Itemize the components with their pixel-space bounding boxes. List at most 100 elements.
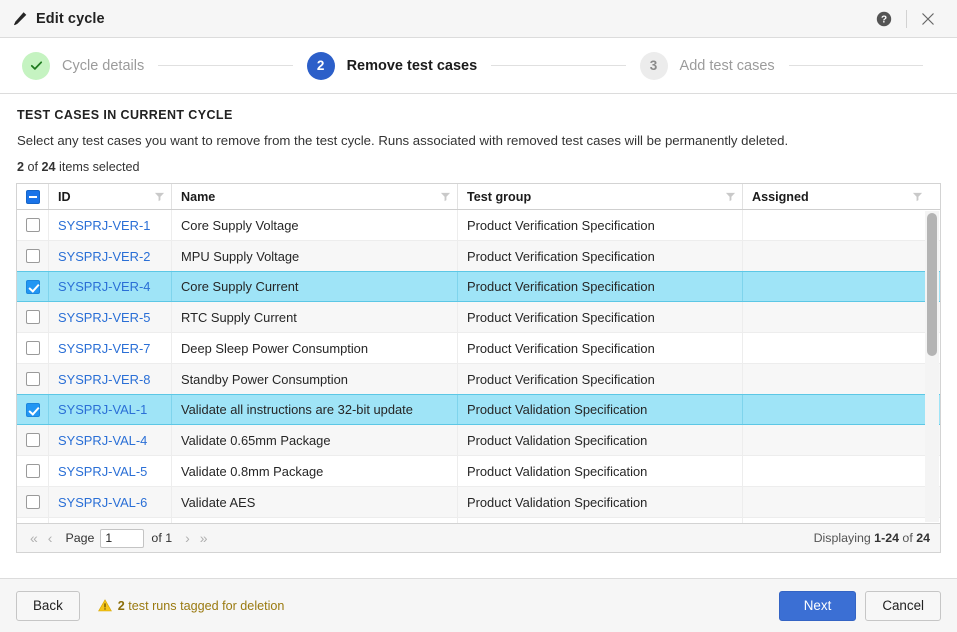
pager-prev-button[interactable]: ‹	[43, 531, 58, 545]
grid-header-select-all[interactable]	[17, 184, 49, 209]
filter-icon[interactable]	[440, 191, 451, 202]
test-case-link[interactable]: SYSPRJ-VAL-4	[58, 433, 147, 448]
dialog-title: Edit cycle	[36, 10, 105, 27]
titlebar-right: ?	[876, 9, 947, 28]
grid-pager: « ‹ Page of 1 › » Displaying 1-24 of 24	[17, 523, 940, 552]
close-icon[interactable]	[921, 12, 947, 26]
step-2-bubble: 2	[306, 51, 335, 80]
row-checkbox[interactable]	[25, 433, 40, 447]
table-row[interactable]: SYSPRJ-VAL-6 Validate AES Product Validati…	[17, 487, 940, 518]
cell-id: SYSPRJ-VAL-4	[49, 425, 172, 455]
row-checkbox[interactable]	[25, 495, 40, 509]
cell-test-group: Product Verification Specification	[458, 241, 743, 271]
pager-next-button[interactable]: ›	[180, 531, 195, 545]
grid-header-name[interactable]: Name	[172, 184, 458, 209]
cell-id: SYSPRJ-VER-7	[49, 333, 172, 363]
step-2-label: Remove test cases	[346, 57, 478, 74]
step-3-label: Add test cases	[679, 57, 775, 74]
pager-first-button[interactable]: «	[25, 531, 43, 545]
table-row[interactable]: SYSPRJ-VER-8 Standby Power Consumption Pro…	[17, 364, 940, 395]
cell-test-group: Product Verification Specification	[458, 364, 743, 394]
pager-last-button[interactable]: »	[195, 531, 213, 545]
section-description: Select any test cases you want to remove…	[17, 133, 789, 148]
filter-icon[interactable]	[154, 191, 165, 202]
test-case-link[interactable]: SYSPRJ-VER-1	[58, 218, 150, 233]
row-select-cell[interactable]	[17, 395, 49, 424]
table-row[interactable]: SYSPRJ-VAL-5 Validate 0.8mm Package Produc…	[17, 456, 940, 487]
table-row[interactable]: SYSPRJ-VER-2 MPU Supply Voltage Product Ve…	[17, 241, 940, 272]
test-case-link[interactable]: SYSPRJ-VER-2	[58, 249, 150, 264]
row-select-cell[interactable]	[17, 272, 49, 301]
filter-icon[interactable]	[725, 191, 736, 202]
deletion-warning: 2 test runs tagged for deletion	[97, 598, 285, 613]
grid-body: SYSPRJ-VER-1 Core Supply Voltage Product V…	[17, 210, 940, 552]
test-case-link[interactable]: SYSPRJ-VER-7	[58, 341, 150, 356]
row-checkbox[interactable]	[25, 464, 40, 478]
pager-page-label: Page	[65, 531, 95, 545]
row-checkbox[interactable]	[25, 279, 40, 294]
row-select-cell[interactable]	[17, 241, 49, 271]
table-row[interactable]: SYSPRJ-VAL-4 Validate 0.65mm Package Produ…	[17, 425, 940, 456]
row-select-cell[interactable]	[17, 456, 49, 486]
grid-scrollbar-thumb[interactable]	[927, 213, 937, 356]
selected-count-mid: of	[24, 160, 42, 174]
grid-header-assigned[interactable]: Assigned	[743, 184, 929, 209]
select-all-checkbox[interactable]	[25, 189, 40, 204]
test-case-link[interactable]: SYSPRJ-VAL-6	[58, 495, 147, 510]
row-checkbox[interactable]	[25, 341, 40, 355]
row-select-cell[interactable]	[17, 210, 49, 240]
row-select-cell[interactable]	[17, 487, 49, 517]
help-circle-icon[interactable]: ?	[876, 11, 892, 27]
table-row[interactable]: SYSPRJ-VER-1 Core Supply Voltage Product V…	[17, 210, 940, 241]
cell-test-group: Product Verification Specification	[458, 210, 743, 240]
row-select-cell[interactable]	[17, 333, 49, 363]
table-row[interactable]: SYSPRJ-VAL-1 Validate all instructions ar…	[17, 394, 940, 425]
cell-assigned	[743, 333, 929, 363]
test-cases-grid: ID Name Test group Assigned SYSPRJ-VER-1…	[16, 183, 941, 553]
row-checkbox[interactable]	[25, 249, 40, 263]
row-select-cell[interactable]	[17, 302, 49, 332]
pager-displaying: Displaying 1-24 of 24	[814, 531, 930, 545]
pager-page-input[interactable]	[100, 528, 145, 548]
cell-assigned	[743, 302, 929, 332]
cell-id: SYSPRJ-VER-4	[49, 272, 172, 301]
grid-header-id[interactable]: ID	[49, 184, 172, 209]
row-select-cell[interactable]	[17, 425, 49, 455]
cell-id: SYSPRJ-VAL-5	[49, 456, 172, 486]
row-checkbox[interactable]	[25, 372, 40, 386]
filter-icon[interactable]	[912, 191, 923, 202]
grid-header-test-group[interactable]: Test group	[458, 184, 743, 209]
grid-vertical-scrollbar[interactable]	[925, 211, 939, 522]
test-case-link[interactable]: SYSPRJ-VER-8	[58, 372, 150, 387]
step-remove-test-cases[interactable]: 2 Remove test cases	[306, 51, 478, 80]
step-add-test-cases[interactable]: 3 Add test cases	[639, 51, 775, 80]
row-select-cell[interactable]	[17, 364, 49, 394]
table-row[interactable]: SYSPRJ-VER-4 Core Supply Current Product V…	[17, 271, 940, 302]
cell-test-group: Product Validation Specification	[458, 487, 743, 517]
step-1-label: Cycle details	[62, 57, 145, 74]
test-case-link[interactable]: SYSPRJ-VAL-5	[58, 464, 147, 479]
cell-assigned	[743, 364, 929, 394]
selected-count-suffix: items selected	[55, 160, 140, 174]
test-case-link[interactable]: SYSPRJ-VER-4	[58, 279, 150, 294]
row-checkbox[interactable]	[25, 218, 40, 232]
cell-id: SYSPRJ-VER-1	[49, 210, 172, 240]
row-checkbox[interactable]	[25, 402, 40, 417]
cell-assigned	[743, 210, 929, 240]
test-case-link[interactable]: SYSPRJ-VAL-1	[58, 402, 147, 417]
warning-message: test runs tagged for deletion	[124, 598, 285, 613]
test-case-link[interactable]: SYSPRJ-VER-5	[58, 310, 150, 325]
table-row[interactable]: SYSPRJ-VER-5 RTC Supply Current Product Ve…	[17, 302, 940, 333]
cell-test-group: Product Verification Specification	[458, 272, 743, 301]
cell-id: SYSPRJ-VER-8	[49, 364, 172, 394]
cell-test-group: Product Validation Specification	[458, 425, 743, 455]
grid-header-id-label: ID	[58, 189, 71, 204]
row-checkbox[interactable]	[25, 310, 40, 324]
cell-name: Validate 0.8mm Package	[172, 456, 458, 486]
step-cycle-details[interactable]: Cycle details	[22, 51, 145, 80]
back-button[interactable]: Back	[16, 590, 80, 621]
cancel-button[interactable]: Cancel	[865, 590, 941, 621]
table-row[interactable]: SYSPRJ-VER-7 Deep Sleep Power Consumption…	[17, 333, 940, 364]
next-button[interactable]: Next	[778, 590, 857, 621]
cell-assigned	[743, 395, 929, 424]
